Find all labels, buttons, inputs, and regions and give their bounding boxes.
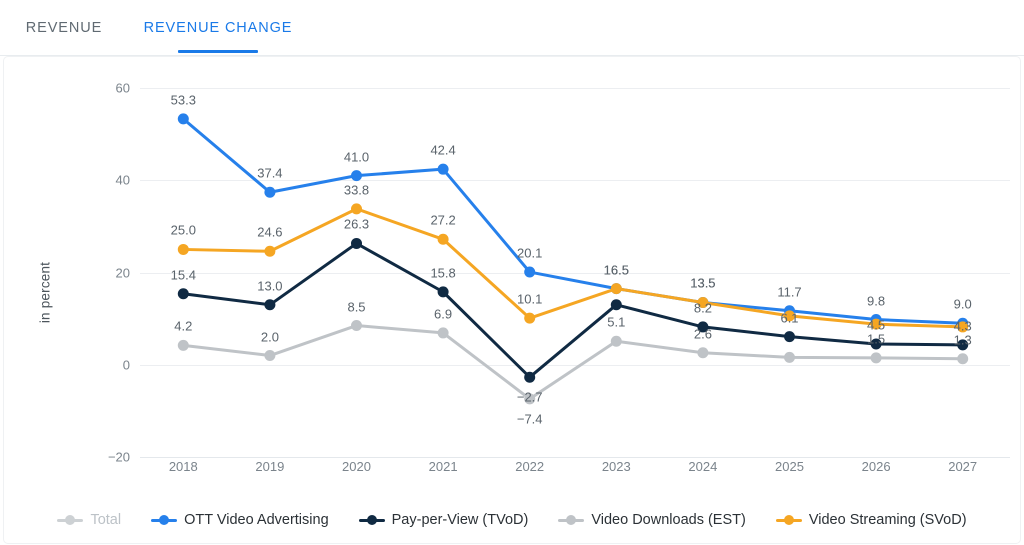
data-point-marker[interactable] — [957, 339, 969, 351]
series-pay-per-view-tvod — [177, 237, 969, 383]
data-point-marker[interactable] — [524, 266, 536, 278]
data-point-marker[interactable] — [437, 163, 449, 175]
data-point-marker[interactable] — [870, 338, 882, 350]
legend-item-pay-per-view-tvod[interactable]: Pay-per-View (TVoD) — [358, 512, 529, 528]
series-line — [181, 324, 965, 401]
tab-bar: REVENUE REVENUE CHANGE — [0, 0, 1024, 56]
data-point-marker[interactable] — [177, 113, 189, 125]
data-point-marker[interactable] — [697, 347, 709, 359]
legend-item-label: Pay-per-View (TVoD) — [391, 512, 529, 528]
revenue-change-chart-page: REVENUE REVENUE CHANGE in percent 60 40 20… — [0, 0, 1024, 545]
legend-item-label: Video Downloads (EST) — [591, 512, 746, 528]
legend-item-video-streaming-svod[interactable]: Video Streaming (SVoD) — [775, 512, 967, 528]
data-point-marker[interactable] — [264, 350, 276, 362]
data-point-marker[interactable] — [957, 321, 969, 333]
legend-swatch-icon — [57, 514, 84, 526]
data-point-marker[interactable] — [351, 320, 362, 332]
data-point-marker[interactable] — [610, 335, 622, 347]
data-point-marker[interactable] — [177, 288, 189, 300]
data-point-marker[interactable] — [437, 327, 449, 339]
series-video-downloads-est — [177, 320, 969, 405]
tab-revenue-change[interactable]: REVENUE CHANGE — [132, 0, 304, 56]
tab-revenue[interactable]: REVENUE — [18, 0, 110, 56]
series-ott-video-advertising — [177, 113, 969, 329]
legend-item-video-downloads-est[interactable]: Video Downloads (EST) — [558, 512, 746, 528]
chart-plot-area: in percent 60 40 20 0 −20 2018 2019 2020 2021 20… — [4, 57, 1020, 543]
data-point-marker[interactable] — [870, 318, 882, 330]
data-point-marker[interactable] — [264, 186, 276, 198]
chart-card: in percent 60 40 20 0 −20 2018 2019 2020 2021 20… — [4, 57, 1020, 543]
legend-item-ott-video-advertising[interactable]: OTT Video Advertising — [151, 512, 329, 528]
data-point-marker[interactable] — [524, 393, 536, 405]
data-point-marker[interactable] — [697, 321, 709, 333]
data-point-marker[interactable] — [351, 170, 362, 182]
legend-swatch-icon — [358, 514, 385, 526]
data-point-marker[interactable] — [697, 296, 709, 308]
data-point-marker[interactable] — [784, 331, 795, 343]
legend-item-label: OTT Video Advertising — [184, 512, 329, 528]
series-lines-and-markers — [177, 113, 969, 405]
data-point-marker[interactable] — [524, 371, 536, 383]
data-point-marker[interactable] — [437, 233, 449, 245]
data-point-marker[interactable] — [437, 286, 449, 298]
series-video-streaming-svod — [177, 203, 969, 333]
data-point-marker[interactable] — [610, 299, 622, 311]
data-point-marker[interactable] — [351, 237, 362, 249]
data-point-marker[interactable] — [177, 243, 189, 255]
legend-item-label: Total — [90, 512, 122, 528]
data-point-marker[interactable] — [351, 203, 362, 215]
data-point-marker[interactable] — [784, 351, 795, 363]
data-point-marker[interactable] — [524, 312, 536, 324]
legend-swatch-icon — [558, 514, 585, 526]
data-point-marker[interactable] — [870, 352, 882, 364]
legend-swatch-icon — [775, 514, 802, 526]
data-point-marker[interactable] — [784, 310, 795, 322]
data-point-marker[interactable] — [264, 245, 276, 257]
legend-item-total[interactable]: Total — [57, 512, 121, 528]
legend-swatch-icon — [151, 514, 178, 526]
series-line — [181, 117, 965, 325]
data-point-marker[interactable] — [957, 353, 969, 365]
data-point-marker[interactable] — [610, 283, 622, 295]
active-tab-indicator — [178, 50, 258, 53]
series-line — [181, 207, 965, 329]
legend-item-label: Video Streaming (SVoD) — [808, 512, 967, 528]
data-point-marker[interactable] — [264, 299, 276, 311]
chart-legend: Total OTT Video Advertising Pay-per-View (… — [4, 497, 1020, 543]
data-point-marker[interactable] — [177, 339, 189, 351]
